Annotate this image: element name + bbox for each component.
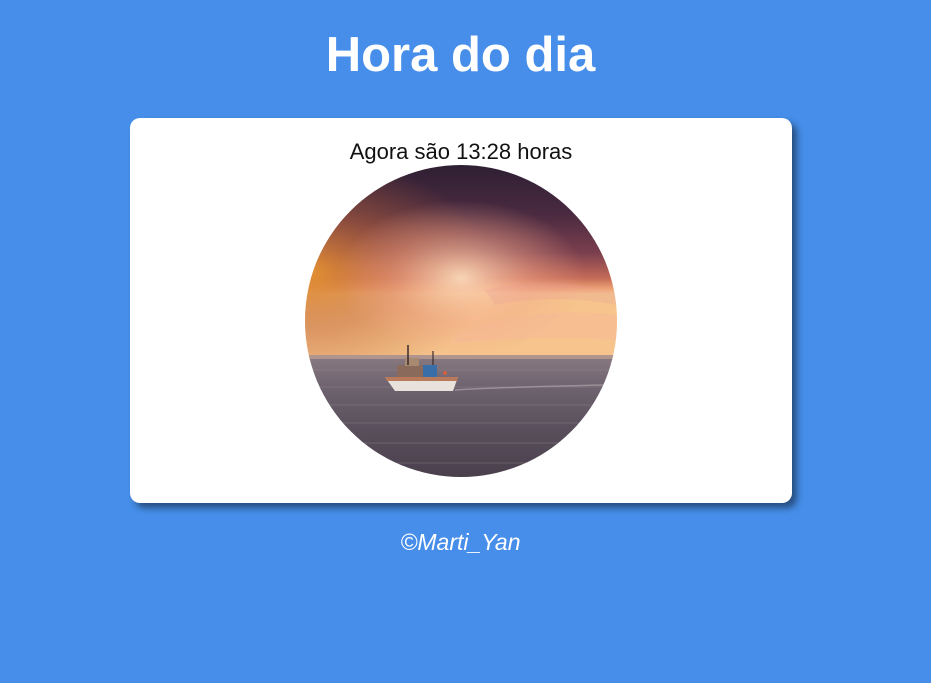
time-card: Agora são 13:28 horas bbox=[130, 118, 792, 503]
time-message: Agora são 13:28 horas bbox=[349, 139, 573, 164]
time-of-day-image bbox=[305, 165, 617, 477]
sunset-sea-illustration bbox=[305, 165, 617, 477]
page-title: Hora do dia bbox=[325, 28, 596, 82]
footer-credit: ©Marti_Yan bbox=[400, 529, 521, 555]
